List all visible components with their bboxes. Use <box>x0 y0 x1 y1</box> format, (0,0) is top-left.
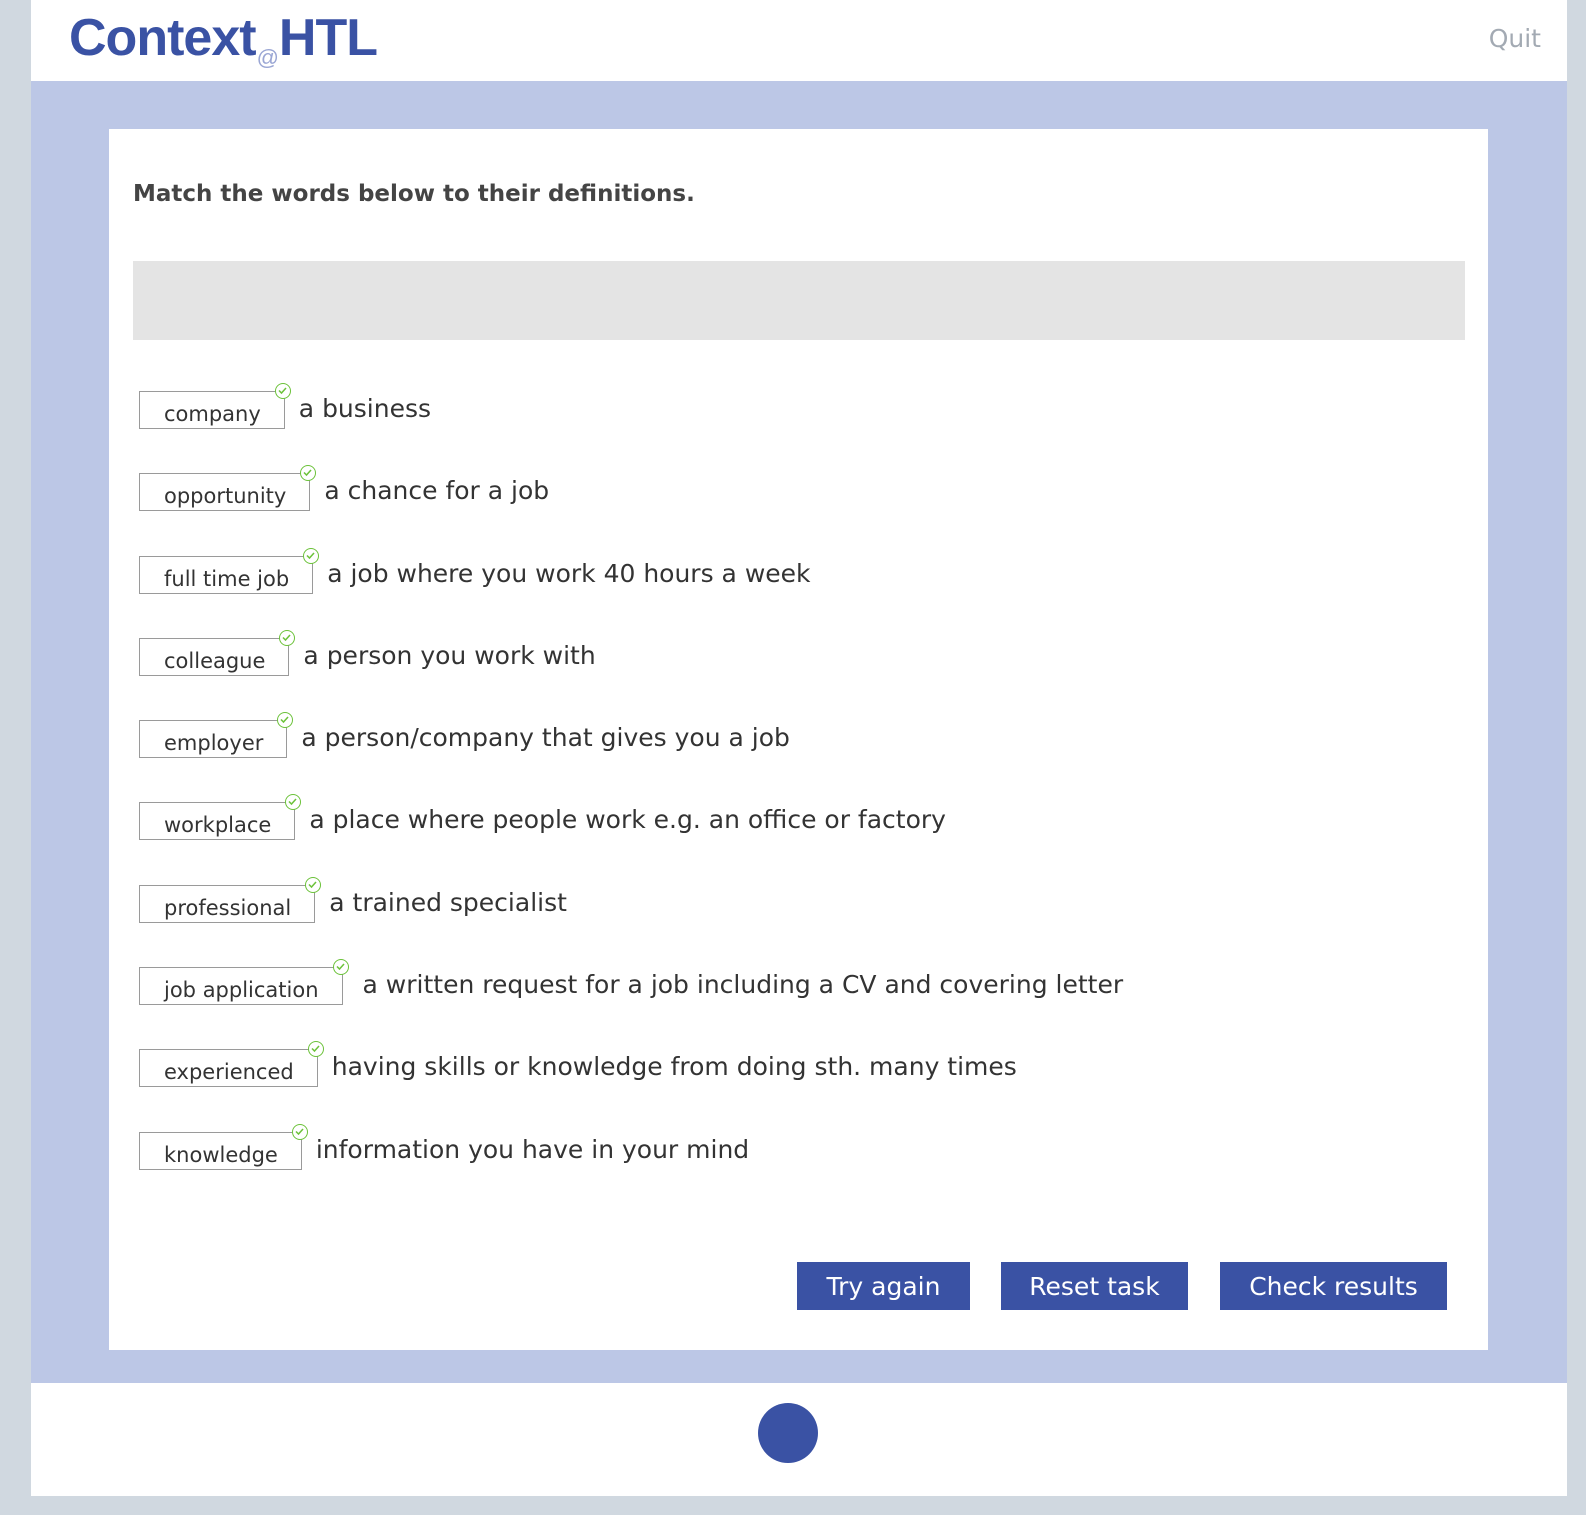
word-bank-dropzone[interactable] <box>133 261 1465 340</box>
check-icon <box>303 547 320 564</box>
check-icon <box>279 629 296 646</box>
pagination-footer <box>31 1383 1567 1496</box>
check-icon <box>332 959 349 976</box>
word-label: colleague <box>164 648 266 673</box>
word-label: workplace <box>164 813 272 838</box>
definition-text: a person/company that gives you a job <box>301 723 790 753</box>
word-label: full time job <box>164 566 290 591</box>
check-icon <box>285 794 302 811</box>
word-chip-workplace[interactable]: workplace <box>139 794 302 841</box>
word-chip-company[interactable]: company <box>139 383 291 429</box>
word-chip-professional[interactable]: professional <box>139 876 322 923</box>
logo-text-context: Context <box>69 9 257 67</box>
match-row: opportunity a chance for a job <box>139 465 1123 555</box>
word-chip-employer[interactable]: employer <box>139 712 294 759</box>
word-chip-job-application[interactable]: job application <box>139 959 349 1006</box>
logo: Context@HTL <box>69 8 378 78</box>
definition-text: a written request for a job including a … <box>362 970 1124 1000</box>
check-results-button[interactable]: Check results <box>1220 1262 1447 1310</box>
word-label: opportunity <box>164 484 287 509</box>
word-chip-colleague[interactable]: colleague <box>139 629 296 676</box>
check-icon <box>300 465 317 482</box>
match-row: full time job a job where you work 40 ho… <box>139 547 1123 638</box>
check-icon <box>277 712 294 729</box>
word-chip-experienced[interactable]: experienced <box>139 1041 324 1088</box>
word-chip-full-time-job[interactable]: full time job <box>139 547 320 594</box>
match-row: experienced having skills or knowledge f… <box>139 1041 1123 1131</box>
match-row: professional a trained specialist <box>139 876 1123 967</box>
word-label: company <box>164 402 261 426</box>
word-label: employer <box>164 731 264 756</box>
definition-text: a chance for a job <box>324 476 550 506</box>
match-row: employer a person/company that gives you… <box>139 712 1123 802</box>
logo-at: @ <box>256 45 279 70</box>
check-icon <box>274 383 291 399</box>
definition-text: information you have in your mind <box>315 1134 750 1164</box>
task-instruction: Match the words below to their definitio… <box>133 181 695 207</box>
page-indicator-dot[interactable] <box>758 1403 818 1463</box>
definition-text: a person you work with <box>303 640 596 670</box>
match-row: knowledge information you have in your m… <box>139 1123 1123 1214</box>
match-row: job application a written request for a … <box>139 959 1124 1049</box>
word-chip-knowledge[interactable]: knowledge <box>139 1123 308 1170</box>
definition-text: having skills or knowledge from doing st… <box>331 1052 1017 1082</box>
definition-text: a place where people work e.g. an office… <box>309 805 946 835</box>
word-label: job application <box>164 978 319 1003</box>
word-label: professional <box>164 895 292 920</box>
task-card: Match the words below to their definitio… <box>109 129 1488 1350</box>
check-icon <box>307 1041 324 1058</box>
match-list: company a business opportunity a chance … <box>139 383 1124 1214</box>
word-label: knowledge <box>164 1142 278 1167</box>
check-icon <box>305 876 322 893</box>
try-again-button[interactable]: Try again <box>797 1262 970 1310</box>
match-row: workplace a place where people work e.g.… <box>139 794 1123 884</box>
match-row: colleague a person you work with <box>139 629 1123 720</box>
reset-task-button[interactable]: Reset task <box>1001 1262 1188 1310</box>
check-icon <box>291 1123 308 1140</box>
word-label: experienced <box>164 1060 294 1085</box>
definition-text: a business <box>298 394 432 423</box>
app-header: Context@HTL Quit <box>31 0 1567 81</box>
definition-text: a job where you work 40 hours a week <box>327 558 811 588</box>
definition-text: a trained specialist <box>329 887 567 917</box>
match-row: company a business <box>139 383 1123 473</box>
logo-text-htl: HTL <box>278 9 378 67</box>
quit-link[interactable]: Quit <box>1489 24 1541 54</box>
word-chip-opportunity[interactable]: opportunity <box>139 465 317 512</box>
main-area: Match the words below to their definitio… <box>31 81 1567 1383</box>
